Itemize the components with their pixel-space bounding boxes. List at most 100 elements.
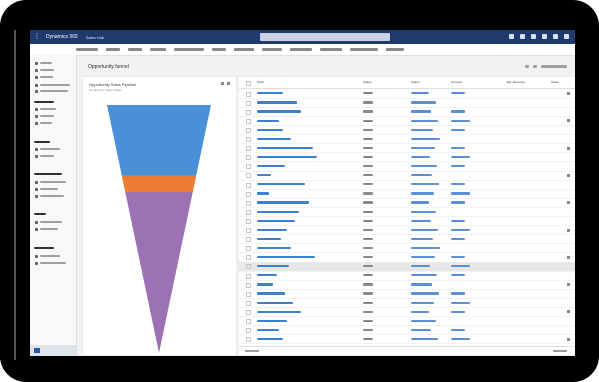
- row-checkbox[interactable]: [246, 264, 251, 270]
- row-checkbox[interactable]: [246, 91, 251, 97]
- owner-cell[interactable]: [411, 155, 430, 159]
- account-cell[interactable]: [451, 146, 465, 150]
- account-cell[interactable]: [451, 192, 470, 195]
- owner-cell[interactable]: [411, 183, 439, 186]
- owner-cell[interactable]: [411, 256, 435, 259]
- row-checkbox[interactable]: [246, 282, 251, 288]
- nav-home[interactable]: [35, 61, 52, 65]
- owner-cell[interactable]: [411, 246, 440, 250]
- topic-cell[interactable]: [257, 119, 279, 122]
- funnel-stage-propose[interactable]: [125, 191, 193, 353]
- help-icon[interactable]: [553, 34, 558, 39]
- topic-cell[interactable]: [257, 310, 301, 313]
- column-account[interactable]: Account: [451, 81, 462, 84]
- area-switcher[interactable]: [30, 345, 76, 356]
- topic-cell[interactable]: [257, 92, 283, 95]
- topic-cell[interactable]: [257, 283, 273, 286]
- app-name[interactable]: Dynamics 365: [46, 34, 78, 40]
- topic-cell[interactable]: [257, 155, 317, 159]
- topic-cell[interactable]: [257, 201, 309, 204]
- funnel-stage-qualify[interactable]: [107, 105, 211, 176]
- nav-sales-lit[interactable]: [35, 187, 58, 191]
- topic-cell[interactable]: [257, 192, 269, 195]
- owner-cell[interactable]: [411, 101, 436, 104]
- owner-cell[interactable]: [411, 319, 436, 322]
- command-email-link[interactable]: [174, 48, 204, 51]
- gear-icon[interactable]: [542, 34, 547, 39]
- command-new[interactable]: [106, 48, 120, 51]
- topic-cell[interactable]: [257, 328, 279, 332]
- account-cell[interactable]: [451, 110, 465, 113]
- owner-cell[interactable]: [411, 146, 435, 150]
- account-cell[interactable]: [451, 119, 470, 122]
- nav-products[interactable]: [35, 180, 66, 184]
- command-show-chart[interactable]: [76, 48, 98, 51]
- topic-cell[interactable]: [257, 183, 305, 186]
- row-checkbox[interactable]: [246, 237, 251, 243]
- row-more-icon[interactable]: [567, 228, 570, 232]
- account-cell[interactable]: [451, 328, 465, 332]
- owner-cell[interactable]: [411, 192, 434, 195]
- row-checkbox[interactable]: [246, 246, 251, 252]
- row-checkbox[interactable]: [246, 291, 251, 297]
- owner-cell[interactable]: [411, 128, 433, 131]
- nav-dashboards[interactable]: [35, 83, 70, 87]
- filter-icon[interactable]: [531, 34, 536, 39]
- topic-cell[interactable]: [257, 219, 295, 222]
- owner-cell[interactable]: [411, 219, 431, 222]
- account-cell[interactable]: [451, 219, 465, 222]
- row-checkbox[interactable]: [246, 319, 251, 324]
- account-cell[interactable]: [451, 155, 470, 159]
- topic-cell[interactable]: [257, 292, 285, 295]
- account-cell[interactable]: [451, 292, 465, 295]
- account-cell[interactable]: [451, 237, 465, 241]
- topic-cell[interactable]: [257, 128, 283, 131]
- topic-cell[interactable]: [257, 210, 299, 213]
- column-owner[interactable]: Owner: [411, 81, 420, 84]
- app-launcher-icon[interactable]: ⋮: [30, 30, 44, 44]
- owner-cell[interactable]: [411, 292, 439, 295]
- row-checkbox[interactable]: [246, 300, 251, 306]
- row-checkbox[interactable]: [246, 118, 251, 124]
- row-checkbox[interactable]: [246, 337, 251, 343]
- command-more[interactable]: [386, 48, 404, 51]
- topic-cell[interactable]: [257, 110, 301, 113]
- owner-cell[interactable]: [411, 165, 437, 168]
- avatar[interactable]: [564, 34, 569, 39]
- owner-cell[interactable]: [411, 310, 429, 313]
- command-flow[interactable]: [212, 48, 226, 51]
- row-checkbox[interactable]: [246, 191, 251, 197]
- topic-cell[interactable]: [257, 237, 281, 241]
- command-run-report[interactable]: [234, 48, 254, 51]
- row-checkbox[interactable]: [246, 328, 251, 334]
- owner-cell[interactable]: [411, 92, 429, 95]
- topic-cell[interactable]: [257, 246, 291, 250]
- column-topic[interactable]: Topic: [257, 81, 264, 84]
- owner-cell[interactable]: [411, 174, 432, 177]
- row-checkbox[interactable]: [246, 182, 251, 188]
- command-delete[interactable]: [128, 48, 142, 51]
- topic-cell[interactable]: [257, 174, 271, 177]
- row-checkbox[interactable]: [246, 309, 251, 315]
- row-more-icon[interactable]: [567, 173, 570, 177]
- nav-pinned[interactable]: [35, 75, 53, 79]
- nav-competitors[interactable]: [35, 194, 64, 198]
- account-cell[interactable]: [451, 337, 470, 341]
- nav-activities[interactable]: [35, 89, 68, 93]
- column-close[interactable]: Close: [551, 81, 559, 84]
- column-est-revenue[interactable]: Est. Revenue: [507, 81, 525, 84]
- row-checkbox[interactable]: [246, 127, 251, 133]
- column-status[interactable]: Status: [363, 81, 372, 84]
- row-checkbox[interactable]: [246, 255, 251, 261]
- row-more-icon[interactable]: [567, 92, 570, 95]
- row-more-icon[interactable]: [567, 337, 570, 341]
- topic-cell[interactable]: [257, 274, 277, 277]
- row-checkbox[interactable]: [246, 209, 251, 215]
- nav-goals[interactable]: [35, 220, 62, 224]
- owner-cell[interactable]: [411, 265, 430, 268]
- topic-cell[interactable]: [257, 146, 313, 150]
- row-checkbox[interactable]: [246, 146, 251, 152]
- account-cell[interactable]: [451, 256, 465, 259]
- owner-cell[interactable]: [411, 119, 438, 122]
- pager[interactable]: [553, 350, 567, 352]
